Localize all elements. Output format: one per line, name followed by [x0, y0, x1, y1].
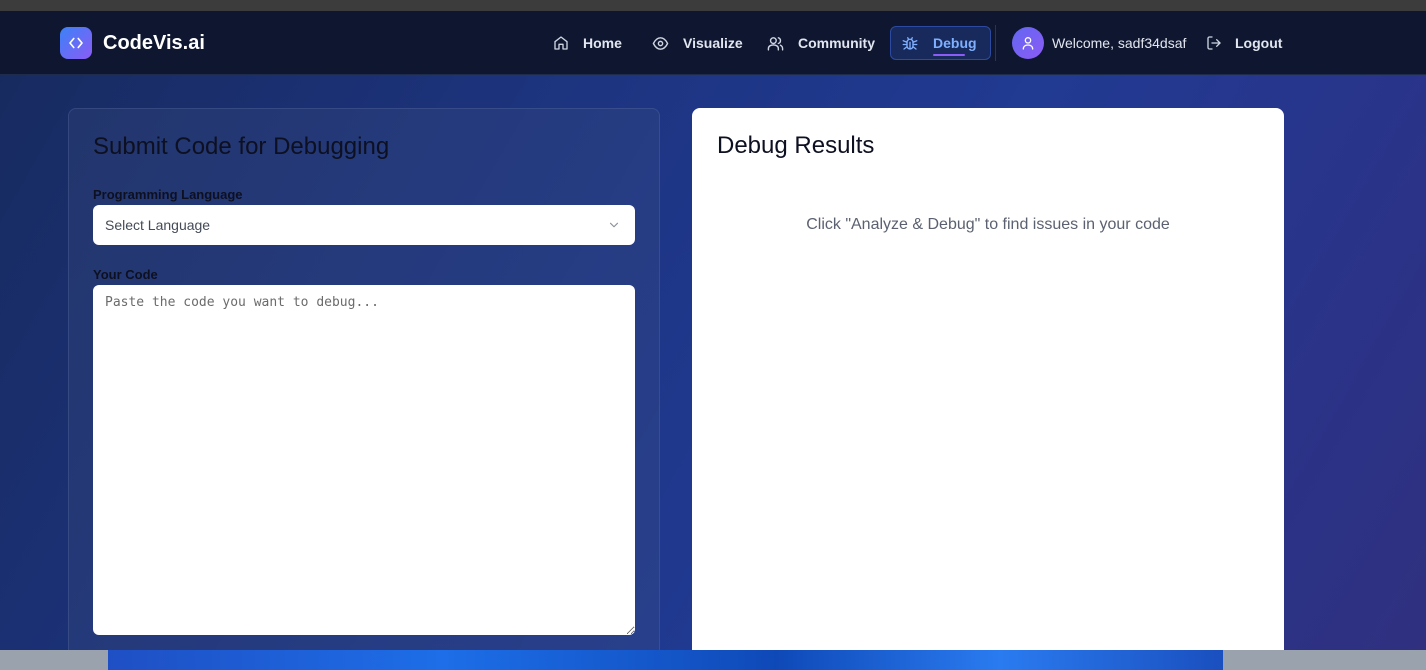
users-icon — [767, 36, 784, 51]
user-info: Welcome, sadf34dsaf — [1012, 27, 1186, 59]
code-input[interactable] — [93, 285, 635, 635]
nav-home-label: Home — [583, 35, 622, 51]
submit-panel: Submit Code for Debugging Programming La… — [68, 108, 660, 650]
eye-icon — [652, 36, 669, 50]
language-label: Programming Language — [93, 187, 243, 202]
results-panel-title: Debug Results — [717, 132, 875, 159]
desktop-wallpaper — [0, 650, 1426, 670]
active-indicator — [933, 54, 965, 56]
nav-community-link[interactable]: Community — [757, 26, 885, 60]
results-empty-message: Click "Analyze & Debug" to find issues i… — [806, 216, 1170, 233]
avatar[interactable] — [1012, 27, 1044, 59]
submit-panel-title: Submit Code for Debugging — [93, 133, 390, 160]
navbar: CodeVis.ai Home Visualize Community Debu… — [0, 11, 1426, 75]
logout-icon — [1207, 36, 1221, 50]
window-top-strip — [0, 0, 1426, 11]
logout-button[interactable]: Logout — [1196, 26, 1292, 60]
nav-community-label: Community — [798, 35, 875, 51]
nav-debug-label: Debug — [933, 35, 977, 51]
wallpaper-shape — [108, 650, 1223, 670]
user-icon — [1022, 37, 1034, 50]
nav-visualize-label: Visualize — [683, 35, 743, 51]
nav-divider — [995, 25, 996, 61]
home-icon — [554, 36, 568, 50]
logout-label: Logout — [1235, 35, 1283, 51]
app-root: CodeVis.ai Home Visualize Community Debu… — [0, 11, 1426, 650]
results-panel: Debug Results Click "Analyze & Debug" to… — [692, 108, 1284, 650]
welcome-text: Welcome, sadf34dsaf — [1052, 35, 1187, 51]
language-select-value: Select Language — [105, 217, 211, 233]
language-select[interactable]: Select Language — [93, 205, 635, 245]
nav-home-link[interactable]: Home — [543, 26, 632, 60]
chevron-down-icon — [609, 222, 619, 228]
nav-debug-link[interactable]: Debug — [890, 26, 991, 60]
code-label: Your Code — [93, 267, 158, 282]
main-nav: Home Visualize Community Debug Welcome, … — [0, 11, 1426, 75]
nav-visualize-link[interactable]: Visualize — [642, 26, 753, 60]
bug-icon — [902, 37, 918, 50]
